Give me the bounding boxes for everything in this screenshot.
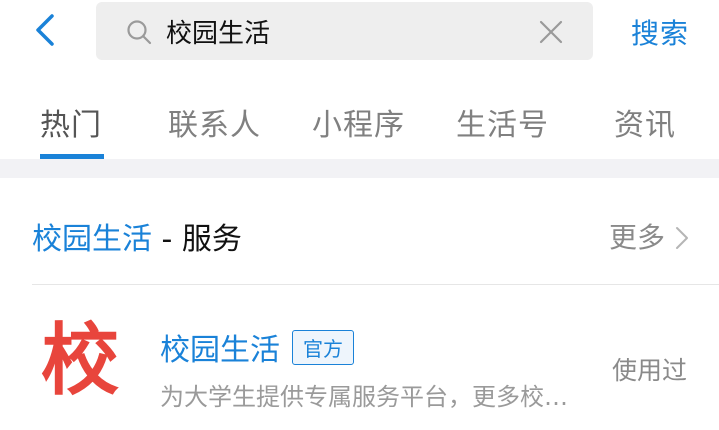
search-header: 搜索	[0, 0, 719, 74]
back-icon[interactable]	[28, 10, 68, 50]
tab-contacts[interactable]: 联系人	[168, 100, 261, 144]
category-tabs: 热门 联系人 小程序 生活号 资讯	[0, 86, 719, 159]
search-icon	[126, 19, 152, 45]
tab-mini-programs[interactable]: 小程序	[312, 100, 405, 144]
more-link[interactable]: 更多	[609, 216, 689, 256]
more-label: 更多	[608, 221, 665, 254]
clear-icon[interactable]	[539, 20, 563, 44]
service-description: 为大学生提供专属服务平台，更多校园服务等你来体验	[160, 383, 580, 411]
search-box[interactable]	[96, 2, 593, 60]
section-separator	[0, 159, 719, 178]
section-title-keyword: 校园生活	[32, 222, 152, 257]
service-title: 校园生活	[160, 333, 280, 368]
service-logo: 校	[40, 316, 119, 406]
tab-hot[interactable]: 热门	[40, 100, 102, 144]
service-title-row: 校园生活 官方	[160, 325, 354, 369]
tab-life-accounts[interactable]: 生活号	[456, 100, 549, 144]
used-status-label: 使用过	[611, 356, 687, 385]
service-result-item[interactable]: 校 校园生活 官方 为大学生提供专属服务平台，更多校园服务等你来体验 使用过	[0, 285, 719, 430]
search-results-page: 搜索 热门 联系人 小程序 生活号 资讯 校园生活 - 服务 更多 校 校园生活…	[0, 0, 719, 430]
official-badge: 官方	[292, 329, 354, 365]
chevron-right-icon	[675, 224, 689, 249]
search-input[interactable]	[166, 11, 526, 51]
section-title-suffix: - 服务	[152, 222, 242, 257]
tab-news[interactable]: 资讯	[614, 100, 676, 144]
services-section-header: 校园生活 - 服务 更多	[0, 178, 719, 284]
search-button[interactable]: 搜索	[631, 12, 689, 52]
section-title: 校园生活 - 服务	[32, 214, 242, 258]
